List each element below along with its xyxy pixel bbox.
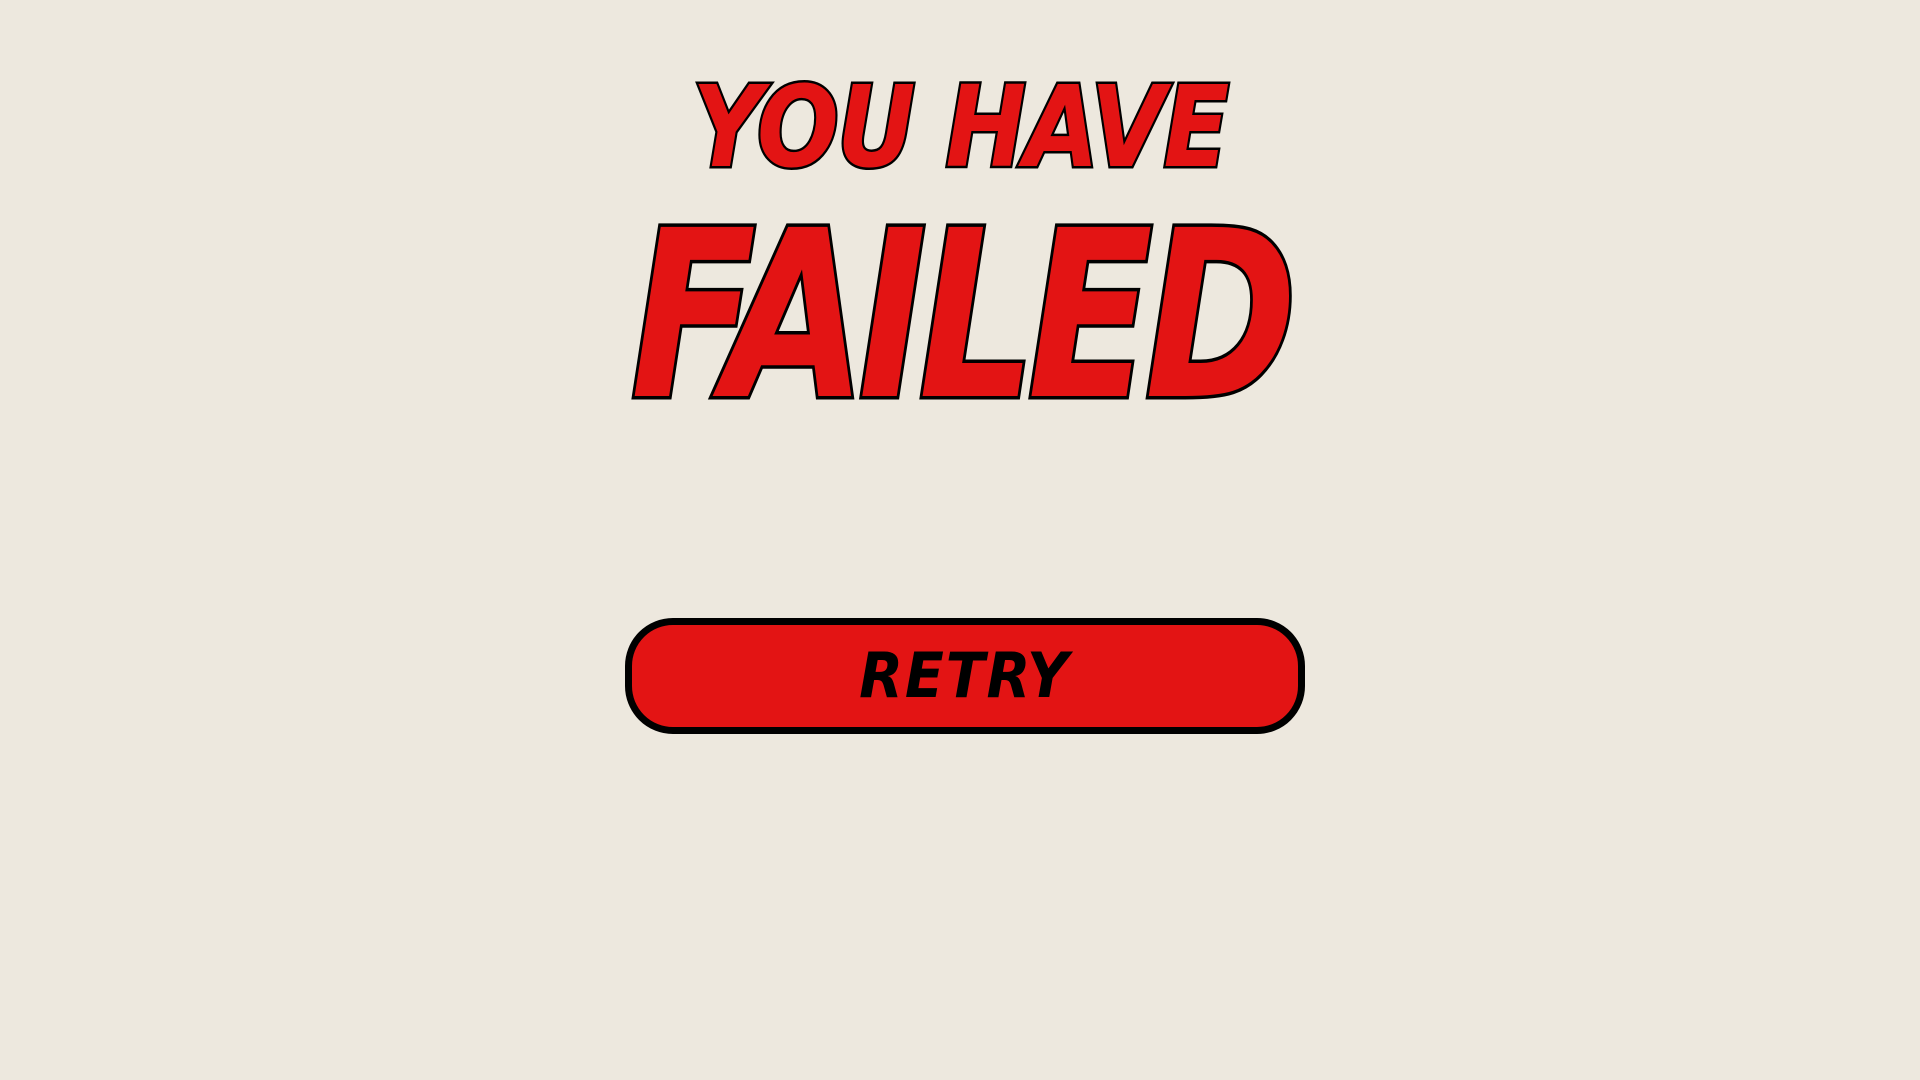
retry-button[interactable]: RETRY: [625, 618, 1305, 734]
heading-you-have: YOU HAVE: [690, 63, 1231, 193]
heading-failed: FAILED: [628, 181, 1300, 451]
retry-button-label: RETRY: [859, 639, 1071, 712]
game-over-screen: YOU HAVE FAILED RETRY: [0, 0, 1920, 1080]
